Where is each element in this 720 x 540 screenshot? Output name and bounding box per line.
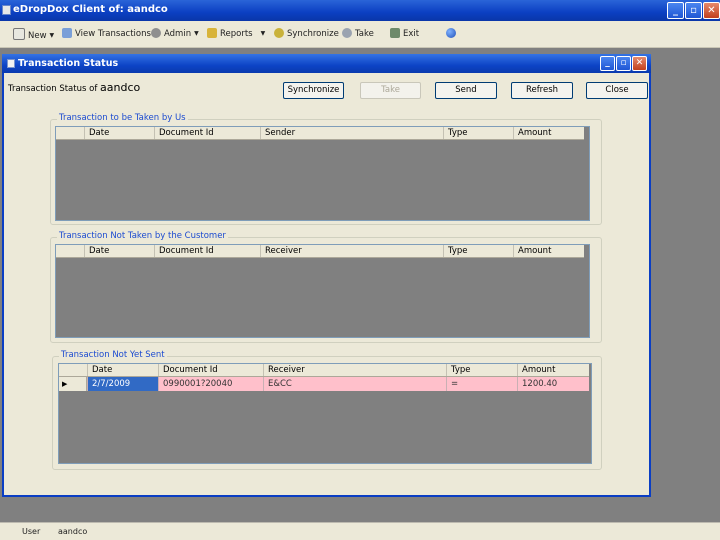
col-type[interactable]: Type xyxy=(446,364,517,376)
close-button[interactable]: ✕ xyxy=(703,2,720,19)
maximize-button[interactable]: ▫ xyxy=(685,2,702,19)
col-date[interactable]: Date xyxy=(87,364,158,376)
child-minimize-button[interactable]: _ xyxy=(600,56,615,71)
grid-header: Date Document Id Receiver Type Amount xyxy=(59,364,589,377)
reports-icon xyxy=(207,28,217,38)
heading-user: aandco xyxy=(100,81,141,94)
status-bar: User aandco xyxy=(0,522,720,540)
admin-icon xyxy=(151,28,161,38)
chevron-down-icon: ▼ xyxy=(49,32,55,39)
taken-by-us-grid[interactable]: Date Document Id Sender Type Amount xyxy=(55,126,590,221)
transaction-status-window: Transaction Status _ ▫ ✕ Transaction Sta… xyxy=(2,54,651,497)
col-sender[interactable]: Sender xyxy=(260,127,443,139)
toolbar-take-label: Take xyxy=(355,29,374,39)
synchronize-button[interactable]: Synchronize xyxy=(283,82,344,99)
group-title: Transaction Not Taken by the Customer xyxy=(57,231,228,241)
child-title-bar[interactable]: Transaction Status _ ▫ ✕ xyxy=(2,54,651,73)
col-type[interactable]: Type xyxy=(443,245,513,257)
app-title: eDropDox Client of: aandco xyxy=(13,4,168,15)
group-taken-by-us: Transaction to be Taken by Us Date Docum… xyxy=(50,113,602,225)
col-document-id[interactable]: Document Id xyxy=(158,364,263,376)
cell-type[interactable]: = xyxy=(446,377,517,391)
table-row[interactable]: ▶ 2/7/2009 0990001?20040 E&CC = 1200.40 xyxy=(59,377,589,391)
group-not-yet-sent: Transaction Not Yet Sent Date Document I… xyxy=(52,350,602,470)
send-button[interactable]: Send xyxy=(435,82,497,99)
child-maximize-button[interactable]: ▫ xyxy=(616,56,631,71)
toolbar-exit-button[interactable]: Exit xyxy=(390,28,419,42)
toolbar-reports-label: Reports xyxy=(220,29,253,39)
new-icon xyxy=(13,28,25,40)
toolbar-admin-button[interactable]: Admin ▼ xyxy=(151,28,199,42)
child-close-button[interactable]: ✕ xyxy=(632,56,647,71)
close-window-button[interactable]: Close xyxy=(586,82,648,99)
col-receiver[interactable]: Receiver xyxy=(260,245,443,257)
cell-amount[interactable]: 1200.40 xyxy=(517,377,589,391)
group-title: Transaction Not Yet Sent xyxy=(59,350,167,360)
col-type[interactable]: Type xyxy=(443,127,513,139)
col-date[interactable]: Date xyxy=(84,245,154,257)
toolbar-synchronize-label: Synchronize xyxy=(287,29,339,39)
col-date[interactable]: Date xyxy=(84,127,154,139)
not-yet-sent-grid[interactable]: Date Document Id Receiver Type Amount ▶ … xyxy=(58,363,592,464)
toolbar-view-label: View Transactions xyxy=(75,29,151,39)
col-document-id[interactable]: Document Id xyxy=(154,127,260,139)
cell-document-id[interactable]: 0990001?20040 xyxy=(158,377,263,391)
view-icon xyxy=(62,28,72,38)
status-heading: Transaction Status of aandco xyxy=(8,81,140,94)
minimize-button[interactable]: _ xyxy=(667,2,684,19)
row-header-cell xyxy=(56,245,84,257)
row-header-cell xyxy=(56,127,84,139)
globe-icon xyxy=(446,28,456,38)
toolbar-view-transactions-button[interactable]: View Transactions xyxy=(62,28,151,42)
chevron-down-icon: ▼ xyxy=(260,30,266,37)
exit-icon xyxy=(390,28,400,38)
toolbar-new-label: New xyxy=(28,31,47,41)
toolbar-admin-label: Admin xyxy=(164,29,192,39)
child-window-title: Transaction Status xyxy=(18,58,119,69)
group-not-taken-by-customer: Transaction Not Taken by the Customer Da… xyxy=(50,231,602,343)
grid-header: Date Document Id Sender Type Amount xyxy=(56,127,584,140)
not-taken-grid[interactable]: Date Document Id Receiver Type Amount xyxy=(55,244,590,338)
take-button[interactable]: Take xyxy=(360,82,421,99)
col-receiver[interactable]: Receiver xyxy=(263,364,446,376)
toolbar-reports-button[interactable]: Reports ▼ xyxy=(207,28,265,42)
grid-header: Date Document Id Receiver Type Amount xyxy=(56,245,584,258)
cell-receiver[interactable]: E&CC xyxy=(263,377,446,391)
toolbar-synchronize-button[interactable]: Synchronize xyxy=(274,28,339,42)
toolbar-exit-label: Exit xyxy=(403,29,420,39)
col-amount[interactable]: Amount xyxy=(517,364,589,376)
status-user-value: aandco xyxy=(58,527,88,536)
cell-date[interactable]: 2/7/2009 xyxy=(87,377,158,391)
synchronize-icon xyxy=(274,28,284,38)
main-title-bar[interactable]: eDropDox Client of: aandco _ ▫ ✕ xyxy=(0,0,720,21)
toolbar-new-button[interactable]: New ▼ xyxy=(13,28,54,42)
toolbar-globe-button[interactable] xyxy=(446,28,459,42)
status-user-label: User xyxy=(22,527,41,536)
app-icon xyxy=(2,5,11,15)
toolbar-take-button[interactable]: Take xyxy=(342,28,374,42)
refresh-button[interactable]: Refresh xyxy=(511,82,573,99)
row-header-cell xyxy=(59,364,87,376)
window-icon xyxy=(7,59,15,68)
row-selector-icon[interactable]: ▶ xyxy=(59,377,87,391)
group-title: Transaction to be Taken by Us xyxy=(57,113,188,123)
col-document-id[interactable]: Document Id xyxy=(154,245,260,257)
main-toolbar: New ▼ View Transactions Admin ▼ Reports ▼ S… xyxy=(0,21,720,48)
col-amount[interactable]: Amount xyxy=(513,245,584,257)
col-amount[interactable]: Amount xyxy=(513,127,584,139)
chevron-down-icon: ▼ xyxy=(194,30,199,37)
take-icon xyxy=(342,28,352,38)
heading-prefix: Transaction Status of xyxy=(8,84,98,94)
